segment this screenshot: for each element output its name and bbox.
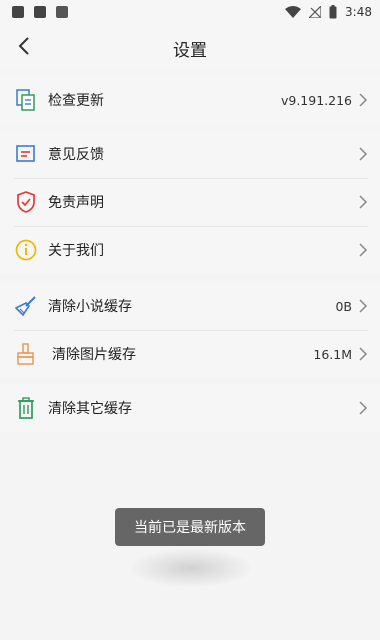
clear-other-cache-row[interactable]: 清除其它缓存 [14, 384, 368, 432]
image-notification-icon [12, 6, 24, 18]
clear-novel-cache-row[interactable]: 清除小说缓存 0B [14, 282, 368, 331]
status-bar: 3:48 [0, 0, 380, 24]
chevron-right-icon [359, 93, 368, 107]
chevron-right-icon [359, 347, 368, 361]
clear-novel-cache-label: 清除小说缓存 [48, 299, 132, 315]
broom-icon [14, 294, 38, 318]
feedback-label: 意见反馈 [48, 147, 104, 163]
chevron-right-icon [359, 243, 368, 257]
section-info: 意见反馈 免责声明 关于我们 [0, 130, 380, 274]
version-value: v9.191.216 [280, 92, 352, 108]
novel-cache-size: 0B [335, 298, 352, 314]
no-signal-icon [309, 6, 322, 18]
chevron-right-icon [359, 147, 368, 161]
image-cache-size: 16.1M [313, 346, 352, 362]
app-notification-icon [34, 6, 46, 18]
clear-image-cache-label: 清除图片缓存 [52, 347, 136, 363]
wifi-icon [285, 6, 302, 18]
section-cache: 清除小说缓存 0B 清除图片缓存 16.1M [0, 282, 380, 378]
disclaimer-row[interactable]: 免责声明 [14, 178, 368, 227]
clear-image-cache-row[interactable]: 清除图片缓存 16.1M [14, 330, 368, 378]
status-time: 3:48 [345, 5, 372, 19]
toast-message: 当前已是最新版本 [115, 508, 265, 546]
about-label: 关于我们 [48, 243, 104, 259]
chevron-right-icon [359, 299, 368, 313]
check-update-row[interactable]: 检查更新 v9.191.216 [14, 76, 368, 124]
page-title: 设置 [173, 41, 207, 61]
update-icon [14, 88, 38, 112]
feedback-icon [14, 142, 38, 166]
shield-icon [14, 190, 38, 214]
chevron-right-icon [359, 195, 368, 209]
chevron-right-icon [359, 401, 368, 415]
trash-icon [14, 396, 38, 420]
about-row[interactable]: 关于我们 [14, 226, 368, 274]
disclaimer-label: 免责声明 [48, 195, 104, 211]
brush-icon [14, 342, 38, 366]
info-icon [14, 238, 38, 262]
app-header: 设置 [0, 24, 380, 70]
check-update-label: 检查更新 [48, 93, 104, 109]
battery-icon [329, 5, 337, 19]
clear-other-cache-label: 清除其它缓存 [48, 401, 132, 417]
section-other-cache: 清除其它缓存 [0, 384, 380, 432]
section-update: 检查更新 v9.191.216 [0, 74, 380, 126]
feedback-row[interactable]: 意见反馈 [14, 130, 368, 179]
font-notification-icon [56, 6, 68, 18]
toast-shadow [128, 548, 254, 588]
